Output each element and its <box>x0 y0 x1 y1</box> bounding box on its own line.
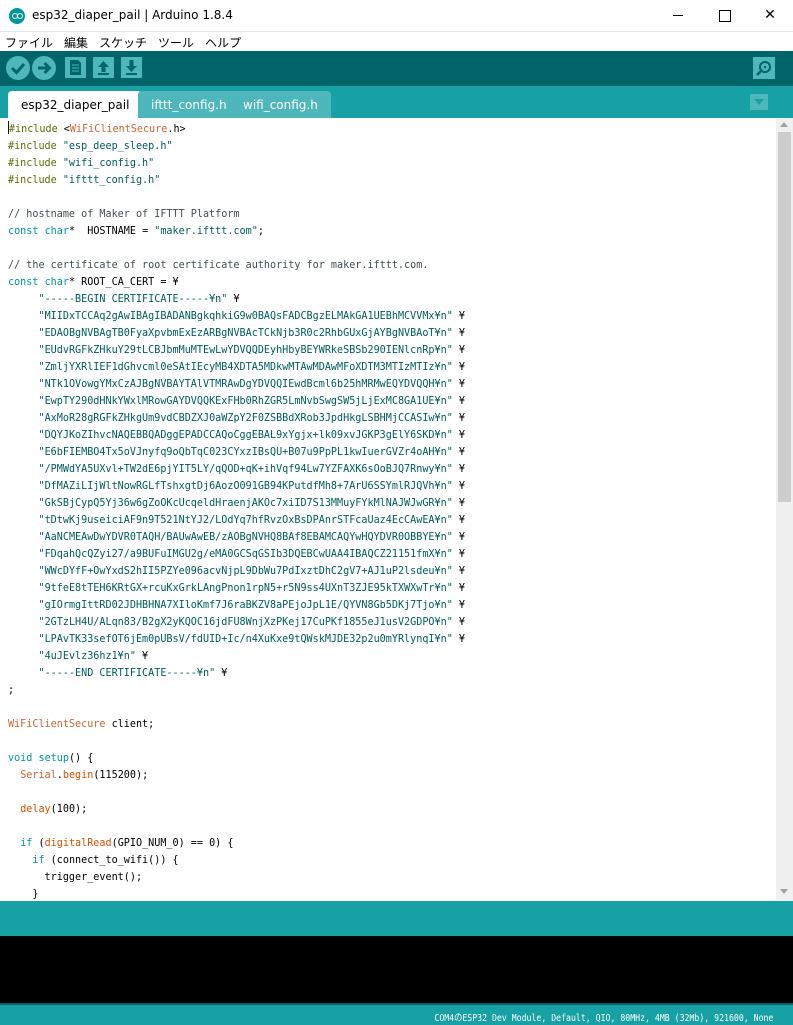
code-line[interactable]: "9tfeE8tTEH6KRtGX+rcuKxGrkLAngPnon1rpN5+… <box>8 579 465 596</box>
title-bar: esp32_diaper_pail | Arduino 1.8.4 ✕ <box>0 0 793 32</box>
code-line[interactable]: "AxMoR28gRGFkZHkgUm9vdCBDZXJ0aWZpY2F0ZSB… <box>8 409 465 426</box>
code-line[interactable]: const char* ROOT_CA_CERT = ¥ <box>8 273 465 290</box>
code-line[interactable]: "FDqahQcQZyi27/a9BUFuIMGU2g/eMA0GCSqGSIb… <box>8 545 465 562</box>
menu-bar: ファイル 編集 スケッチ ツール ヘルプ <box>0 32 793 51</box>
new-sketch-button[interactable] <box>65 57 86 78</box>
upload-button[interactable] <box>32 56 56 80</box>
window-title: esp32_diaper_pail | Arduino 1.8.4 <box>32 8 233 22</box>
code-line[interactable]: "ZmljYXRlIEF1dGhvcml0eSAtIEcyMB4XDTA5MDk… <box>8 358 465 375</box>
code-line[interactable]: "EDAOBgNVBAgTB0FyaXpvbmExEzARBgNVBAcTCkN… <box>8 324 465 341</box>
code-line[interactable]: "MIIDxTCCAq2gAwIBAgIBADANBgkqhkiG9w0BAQs… <box>8 307 465 324</box>
code-line[interactable]: Serial.begin(115200); <box>8 766 465 783</box>
code-line[interactable]: "DQYJKoZIhvcNAQEBBQADggEPADCCAQoCggEBAL9… <box>8 426 465 443</box>
code-line[interactable]: "NTk1OVowgYMxCzAJBgNVBAYTAlVTMRAwDgYDVQQ… <box>8 375 465 392</box>
code-line[interactable]: "2GTzLH4U/ALqn83/B2gX2yKQOC16jdFU8WnjXzP… <box>8 613 465 630</box>
arrow-right-icon <box>38 61 52 75</box>
status-bar: COM4のESP32 Dev Module, Default, QIO, 80M… <box>0 1003 793 1025</box>
code-line[interactable] <box>8 817 465 834</box>
open-sketch-button[interactable] <box>93 57 114 78</box>
tab-wifi-config[interactable]: wifi_config.h <box>230 91 331 118</box>
code-line[interactable]: if (connect_to_wifi()) { <box>8 851 465 868</box>
magnifier-icon <box>756 61 771 76</box>
arduino-logo-icon <box>9 8 25 24</box>
message-area <box>0 901 793 936</box>
code-line[interactable]: "LPAvTK33sefOT6jEm0pUBsV/fdUID+Ic/n4XuKx… <box>8 630 465 647</box>
serial-monitor-button[interactable] <box>753 57 775 79</box>
scroll-up-arrow-icon[interactable] <box>780 122 788 127</box>
minimize-button[interactable] <box>655 0 701 32</box>
tab-ifttt-config[interactable]: ifttt_config.h <box>138 91 240 118</box>
close-button[interactable]: ✕ <box>747 0 793 32</box>
code-line[interactable]: WiFiClientSecure client; <box>8 715 465 732</box>
code-line[interactable]: #include "ifttt_config.h" <box>8 171 465 188</box>
code-line[interactable] <box>8 188 465 205</box>
code-line[interactable]: #include "esp_deep_sleep.h" <box>8 137 465 154</box>
arrow-down-icon <box>126 60 137 75</box>
scrollbar-thumb[interactable] <box>778 132 791 502</box>
tab-bar: esp32_diaper_pail ifttt_config.h wifi_co… <box>0 86 793 118</box>
code-line[interactable]: "gIOrmgIttRD02JDHBHNA7XIloKmf7J6raBKZV8a… <box>8 596 465 613</box>
code-line[interactable]: "/PMWdYA5UXvl+TW2dE6pjYIT5LY/qQOD+qK+ihV… <box>8 460 465 477</box>
console-output[interactable] <box>0 936 793 1003</box>
code-line[interactable]: "AaNCMEAwDwYDVR0TAQH/BAUwAwEB/zAOBgNVHQ8… <box>8 528 465 545</box>
code-line[interactable]: void setup() { <box>8 749 465 766</box>
scroll-down-arrow-icon[interactable] <box>780 889 788 894</box>
code-line[interactable]: if (digitalRead(GPIO_NUM_0) == 0) { <box>8 834 465 851</box>
code-line[interactable]: "DfMAZiLIjWltNowRGLfTshxgtDj6AozO091GB94… <box>8 477 465 494</box>
code-line[interactable]: "4uJEvlz36hz1¥n" ¥ <box>8 647 465 664</box>
code-line[interactable]: ; <box>8 681 465 698</box>
verify-button[interactable] <box>6 56 30 80</box>
code-line[interactable] <box>8 239 465 256</box>
code-line[interactable]: "EUdvRGFkZHkuY29tLCBJbmMuMTEwLwYDVQQDEyh… <box>8 341 465 358</box>
code-line[interactable] <box>8 783 465 800</box>
code-line[interactable] <box>8 732 465 749</box>
tab-esp32-diaper-pail[interactable]: esp32_diaper_pail <box>8 91 143 118</box>
arrow-up-icon <box>98 61 109 75</box>
code-line[interactable]: } <box>8 885 465 901</box>
code-text[interactable]: #include <WiFiClientSecure.h> #include "e… <box>8 120 465 901</box>
code-line[interactable]: delay(100); <box>8 800 465 817</box>
code-line[interactable]: #include <WiFiClientSecure.h> <box>8 120 465 137</box>
document-icon <box>70 60 81 75</box>
code-line[interactable]: "GkSBjCypQ5Yj36w6gZoOKcUcqeldHraenjAKOc7… <box>8 494 465 511</box>
code-line[interactable]: // hostname of Maker of IFTTT Platform <box>8 205 465 222</box>
check-icon <box>10 63 26 75</box>
code-line[interactable]: const char* HOSTNAME = "maker.ifttt.com"… <box>8 222 465 239</box>
tab-menu-dropdown-icon[interactable] <box>750 94 768 110</box>
code-editor[interactable]: #include <WiFiClientSecure.h> #include "e… <box>0 118 776 901</box>
save-sketch-button[interactable] <box>121 57 142 78</box>
code-line[interactable]: "tDtwKj9useiciAF9n9T521NtYJ2/LOdYq7hfRvz… <box>8 511 465 528</box>
code-line[interactable]: "WWcDYfF+OwYxdS2hII5PZYe096acvNjpL9DbWu7… <box>8 562 465 579</box>
code-line[interactable]: "E6bFIEMBO4Tx5oVJnyfq9oQbTqC023CYxzIBsQU… <box>8 443 465 460</box>
code-line[interactable] <box>8 698 465 715</box>
code-line[interactable]: "-----BEGIN CERTIFICATE-----¥n" ¥ <box>8 290 465 307</box>
code-line[interactable]: trigger_event(); <box>8 868 465 885</box>
code-line[interactable]: #include "wifi_config.h" <box>8 154 465 171</box>
code-line[interactable]: // the certificate of root certificate a… <box>8 256 465 273</box>
maximize-button[interactable] <box>701 0 747 32</box>
code-line[interactable]: "EwpTY290dHNkYWxlMRowGAYDVQQKExFHb0RhZGR… <box>8 392 465 409</box>
toolbar <box>0 51 793 86</box>
editor-scrollbar[interactable] <box>776 118 793 901</box>
board-info: COM4のESP32 Dev Module, Default, QIO, 80M… <box>434 1013 773 1024</box>
code-line[interactable]: "-----END CERTIFICATE-----¥n" ¥ <box>8 664 465 681</box>
